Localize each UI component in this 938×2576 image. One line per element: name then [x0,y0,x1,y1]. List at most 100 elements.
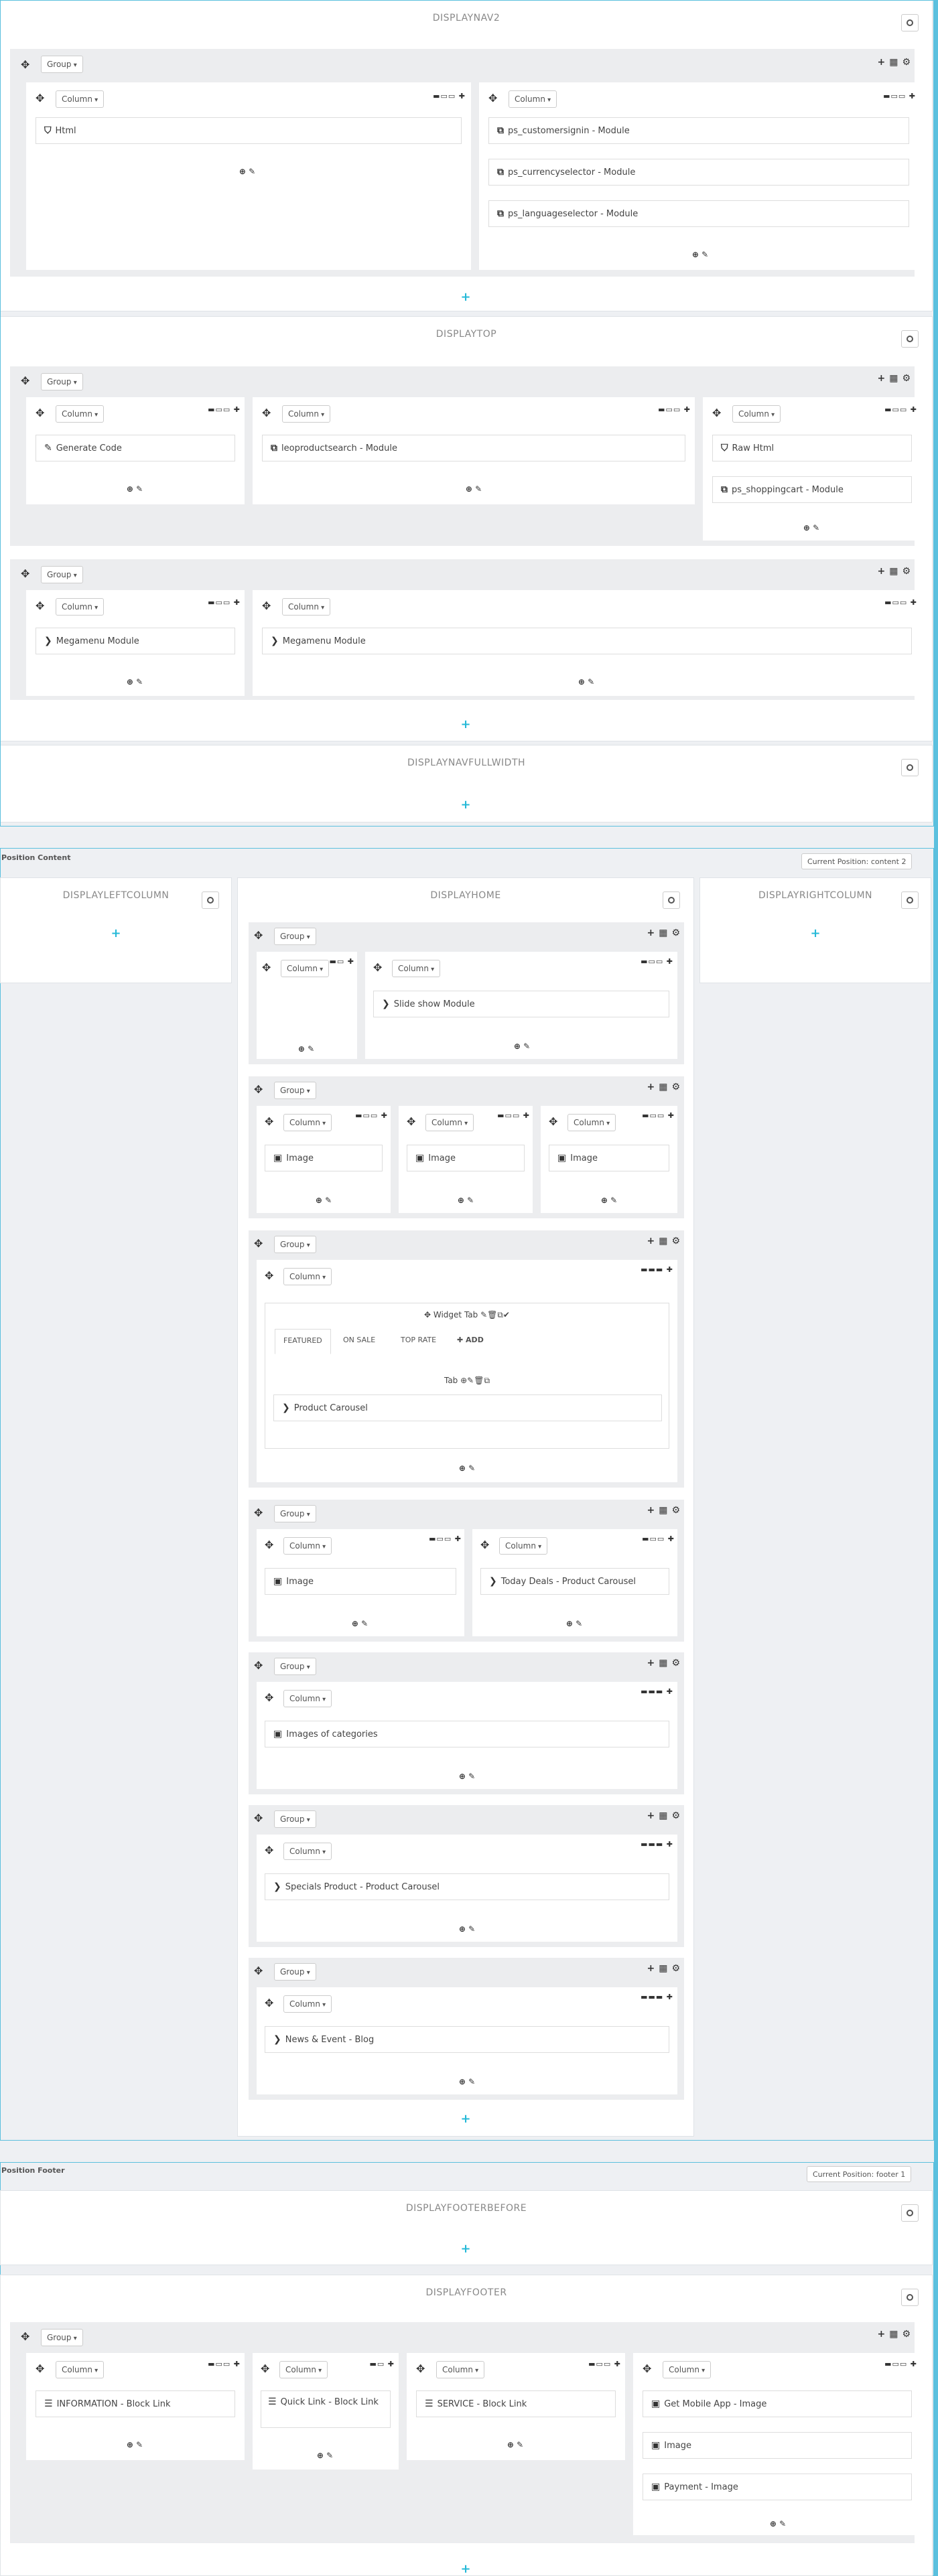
column-width-tools[interactable]: ▬▭▭ ✚ [642,1111,675,1120]
group-tools[interactable]: +▦⚙ [647,1658,684,1668]
widget-image[interactable]: ▣ Image [265,1568,456,1595]
widget-specials-product[interactable]: ❯ Specials Product - Product Carousel [265,1873,669,1900]
column-dropdown[interactable]: Column [499,1537,548,1555]
column-width-tools[interactable]: ▬▬▬ ✚ [641,1687,673,1696]
move-arrows-icon[interactable]: ✥ [254,1964,263,1977]
column-dropdown[interactable]: Column [281,960,330,977]
move-arrows-icon[interactable]: ✥ [407,1115,415,1128]
gear-icon[interactable] [663,891,680,909]
column-actions[interactable]: ⊕ ✎ [452,1196,479,1205]
tab-add[interactable]: ✚ ADD [449,1329,492,1354]
move-arrows-icon[interactable]: ✥ [254,1083,263,1096]
widget-information[interactable]: ☰ INFORMATION - Block Link [36,2390,235,2417]
move-arrows-icon[interactable]: ✥ [21,2330,29,2343]
tab-tools[interactable]: ⊕✎🗑⧉ [458,1376,490,1385]
add-group-button[interactable]: + [109,926,123,940]
move-arrows-icon[interactable]: ✥ [265,1269,273,1282]
widget-images-categories[interactable]: ▣ Images of categories [265,1721,669,1747]
widget-quick-link[interactable]: ☰ Quick Link - Block Link [261,2390,391,2428]
move-arrows-icon[interactable]: ✥ [265,1539,273,1551]
column-actions[interactable]: ⊕ ✎ [596,1196,622,1205]
column-dropdown[interactable]: Column [56,2361,105,2378]
group-tools[interactable]: +▦⚙ [877,2329,915,2340]
move-arrows-icon[interactable]: ✥ [480,1539,489,1551]
move-arrows-icon[interactable]: ✥ [549,1115,557,1128]
column-dropdown[interactable]: Column [283,1537,332,1555]
column-width-tools[interactable]: ▬▭ ✚ [370,2360,395,2368]
tab-on-sale[interactable]: ON SALE [335,1329,383,1354]
column-dropdown[interactable]: Column [283,1995,332,2013]
widget-slideshow[interactable]: ❯ Slide show Module [373,991,669,1017]
move-arrows-icon[interactable]: ✥ [424,1310,433,1319]
widget-image[interactable]: ▣ Image [549,1145,669,1171]
column-dropdown[interactable]: Column [283,1114,332,1131]
move-arrows-icon[interactable]: ✥ [265,1997,273,2009]
column-width-tools[interactable]: ▬▭▭ ✚ [641,957,673,966]
column-dropdown[interactable]: Column [425,1114,474,1131]
widget-payment[interactable]: ▣ Payment - Image [643,2474,912,2500]
column-actions[interactable]: ⊕ ✎ [121,2440,148,2449]
widget-image[interactable]: ▣ Image [643,2432,912,2459]
move-arrows-icon[interactable]: ✥ [643,2362,651,2375]
column-actions[interactable]: ⊕ ✎ [346,1619,373,1628]
widget-news-event[interactable]: ❯ News & Event - Blog [265,2026,669,2053]
move-arrows-icon[interactable]: ✥ [262,961,271,974]
gear-icon[interactable] [901,2289,919,2306]
add-group-button[interactable]: + [459,2112,472,2126]
group-dropdown[interactable]: Group [274,1082,316,1099]
widget-image[interactable]: ▣ Image [407,1145,525,1171]
widget-image[interactable]: ▣ Image [265,1145,383,1171]
column-actions[interactable]: ⊕ ✎ [561,1619,588,1628]
column-dropdown[interactable]: Column [663,2361,712,2378]
column-actions[interactable]: ⊕ ✎ [312,2451,338,2460]
move-arrows-icon[interactable]: ✥ [36,2362,44,2375]
add-group-button[interactable]: + [459,2562,472,2576]
column-width-tools[interactable]: ▬▭▭ ✚ [429,1534,462,1543]
move-arrows-icon[interactable]: ✥ [265,1115,273,1128]
column-dropdown[interactable]: Column [392,960,441,977]
move-arrows-icon[interactable]: ✥ [254,1812,263,1824]
tab-top-rate[interactable]: TOP RATE [393,1329,444,1354]
group-tools[interactable]: +▦⚙ [647,1236,684,1246]
column-actions[interactable]: ⊕ ✎ [454,1924,480,1934]
group-tools[interactable]: +▦⚙ [647,1810,684,1821]
widget-tab-tools[interactable]: ✎🗑⧉✔ [478,1310,510,1319]
column-actions[interactable]: ⊕ ✎ [502,2440,529,2449]
position-content-select[interactable]: Current Position: content 2 [801,853,913,869]
column-dropdown[interactable]: Column [567,1114,616,1131]
column-actions[interactable]: ⊕ ✎ [310,1196,337,1205]
column-width-tools[interactable]: ▬▬▬ ✚ [641,1840,673,1849]
column-dropdown[interactable]: Column [279,2361,328,2378]
move-arrows-icon[interactable]: ✥ [254,1237,263,1250]
move-arrows-icon[interactable]: ✥ [261,2362,269,2375]
column-dropdown[interactable]: Column [283,1690,332,1707]
move-arrows-icon[interactable]: ✥ [265,1844,273,1857]
column-width-tools[interactable]: ▬▭▭ ✚ [497,1111,530,1120]
column-width-tools[interactable]: ▬▬▬ ✚ [641,1993,673,2001]
tab-featured[interactable]: FEATURED [275,1329,331,1354]
move-arrows-icon[interactable]: ✥ [265,1691,273,1704]
group-dropdown[interactable]: Group [274,1658,316,1675]
column-actions[interactable]: ⊕ ✎ [454,1463,480,1473]
widget-service[interactable]: ☰ SERVICE - Block Link [416,2390,616,2417]
move-arrows-icon[interactable]: ✥ [254,929,263,942]
group-dropdown[interactable]: Group [274,928,316,945]
column-actions[interactable]: ⊕ ✎ [764,2519,791,2528]
group-dropdown[interactable]: Group [274,1505,316,1522]
move-arrows-icon[interactable]: ✥ [373,961,382,974]
column-width-tools[interactable]: ▬▭▭ ✚ [884,2360,917,2368]
group-dropdown[interactable]: Group [274,1963,316,1981]
move-arrows-icon[interactable]: ✥ [254,1659,263,1672]
page-scrollbar[interactable] [934,0,938,2576]
column-width-tools[interactable]: ▬▭▭ ✚ [642,1534,675,1543]
column-actions[interactable]: ⊕ ✎ [454,1772,480,1781]
group-tools[interactable]: +▦⚙ [647,1505,684,1516]
column-width-tools[interactable]: ▬▭▭ ✚ [208,2360,241,2368]
add-group-button[interactable]: + [809,926,822,940]
column-dropdown[interactable]: Column [436,2361,485,2378]
column-actions[interactable]: ⊕ ✎ [293,1044,320,1054]
column-width-tools[interactable]: ▬▭▭ ✚ [355,1111,388,1120]
column-width-tools[interactable]: ▬▬▬ ✚ [641,1265,673,1274]
column-dropdown[interactable]: Column [283,1268,332,1285]
gear-icon[interactable] [202,891,219,909]
